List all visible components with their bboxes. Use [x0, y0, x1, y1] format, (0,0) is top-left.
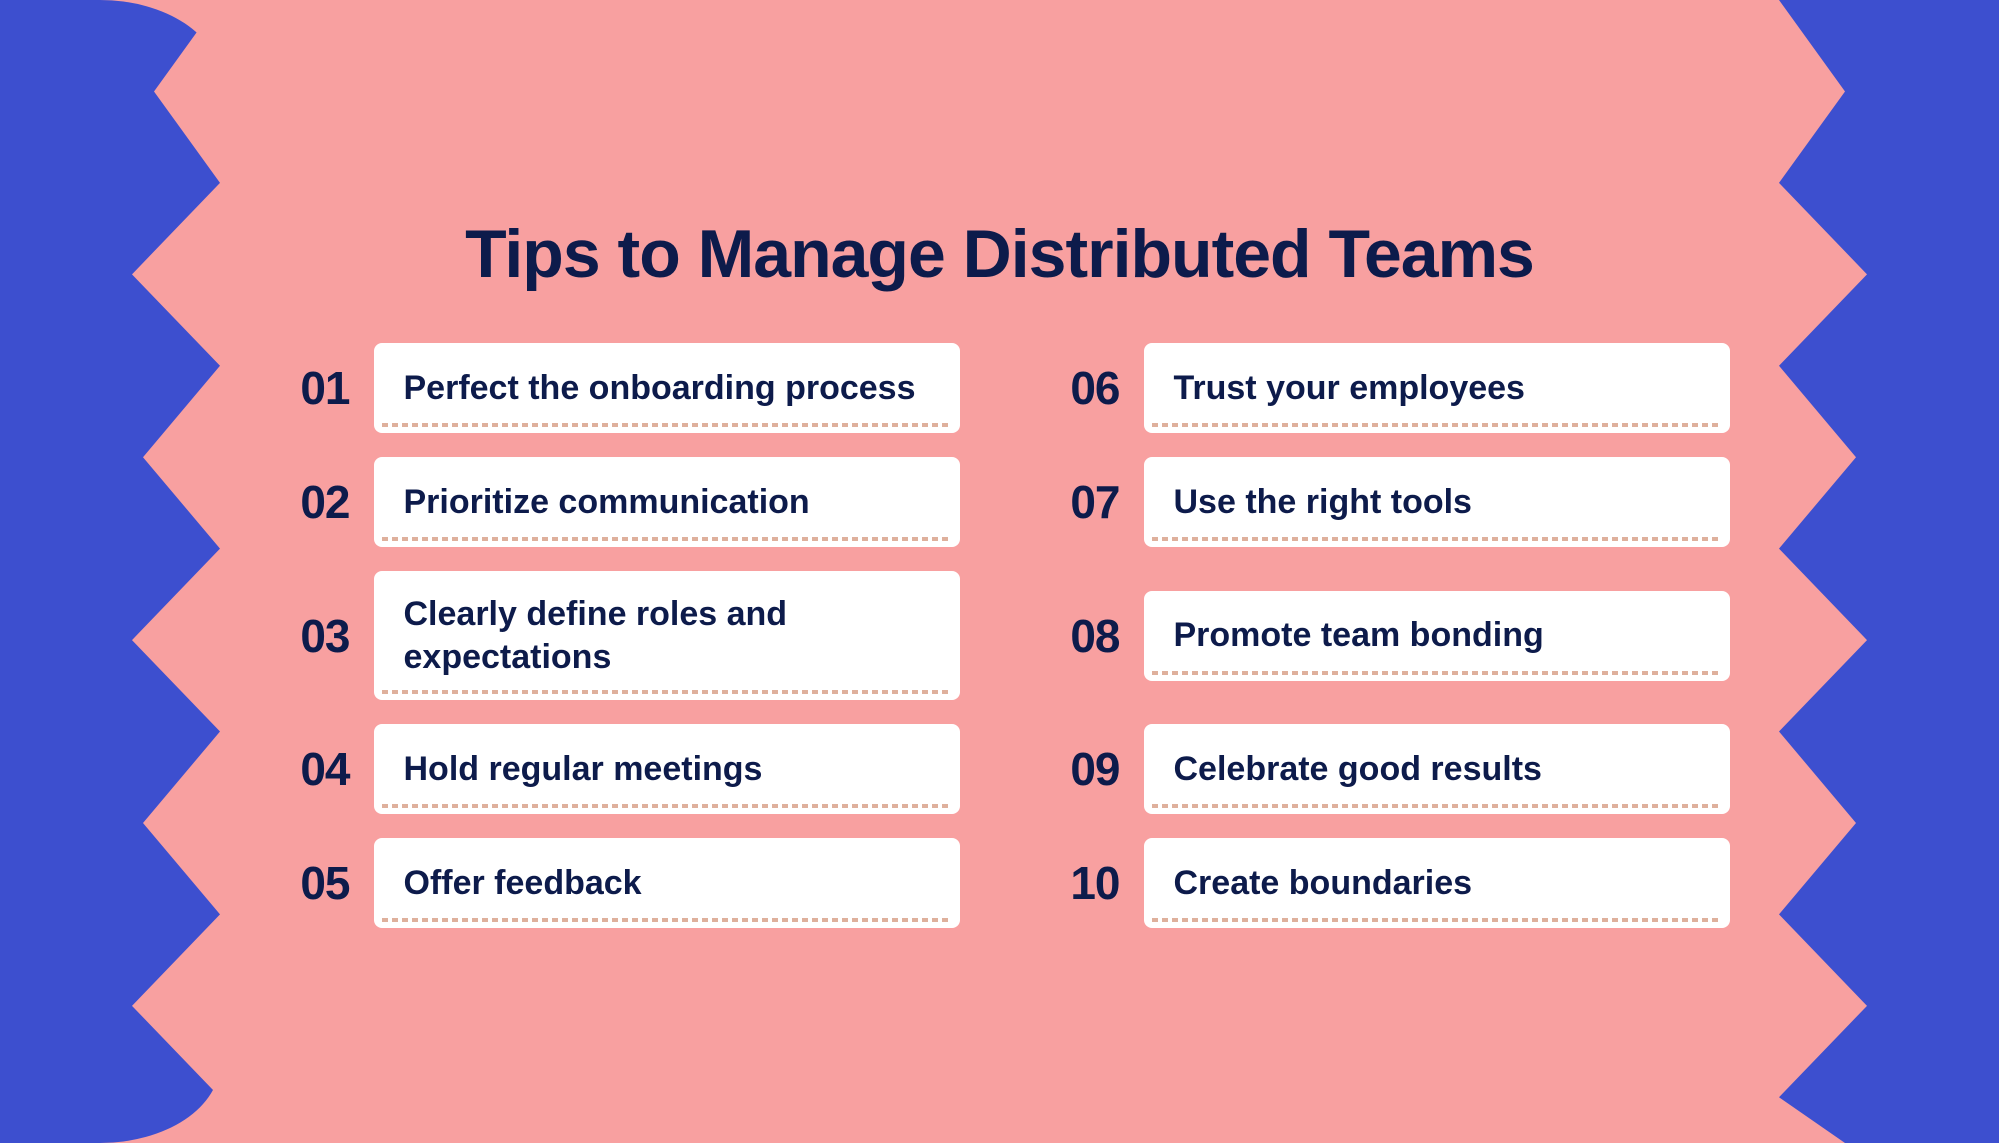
tip-text: Celebrate good results: [1174, 748, 1542, 791]
tip-row: 04 Hold regular meetings: [270, 724, 960, 814]
tip-number: 10: [1040, 856, 1120, 910]
page-title: Tips to Manage Distributed Teams: [465, 215, 1534, 293]
tip-box: Create boundaries: [1144, 838, 1730, 928]
left-decoration: [0, 0, 220, 1143]
tip-text: Hold regular meetings: [404, 748, 763, 791]
right-decoration: [1779, 0, 1999, 1143]
tip-row: 01 Perfect the onboarding process: [270, 343, 960, 433]
tip-text: Offer feedback: [404, 862, 642, 905]
tip-text: Promote team bonding: [1174, 614, 1544, 657]
tip-box: Prioritize communication: [374, 457, 960, 547]
tip-text: Trust your employees: [1174, 367, 1525, 410]
tip-row: 09 Celebrate good results: [1040, 724, 1730, 814]
tip-text: Clearly define roles and expectations: [404, 593, 930, 678]
tip-box: Offer feedback: [374, 838, 960, 928]
tip-text: Perfect the onboarding process: [404, 367, 916, 410]
tip-text: Prioritize communication: [404, 481, 810, 524]
tip-box: Use the right tools: [1144, 457, 1730, 547]
tip-box: Promote team bonding: [1144, 591, 1730, 681]
tip-text: Create boundaries: [1174, 862, 1473, 905]
tip-box: Celebrate good results: [1144, 724, 1730, 814]
tip-row: 06 Trust your employees: [1040, 343, 1730, 433]
tips-grid: 01 Perfect the onboarding process 06 Trust …: [270, 343, 1730, 928]
main-container: Tips to Manage Distributed Teams 01 Perfe…: [250, 175, 1750, 968]
tip-box: Trust your employees: [1144, 343, 1730, 433]
tip-row: 10 Create boundaries: [1040, 838, 1730, 928]
tip-number: 08: [1040, 609, 1120, 663]
tip-row: 03 Clearly define roles and expectations: [270, 571, 960, 700]
tip-box: Clearly define roles and expectations: [374, 571, 960, 700]
tip-number: 03: [270, 609, 350, 663]
tip-row: 02 Prioritize communication: [270, 457, 960, 547]
tip-number: 04: [270, 742, 350, 796]
tip-number: 01: [270, 361, 350, 415]
tip-row: 08 Promote team bonding: [1040, 571, 1730, 700]
tip-number: 06: [1040, 361, 1120, 415]
tip-number: 09: [1040, 742, 1120, 796]
tip-number: 02: [270, 475, 350, 529]
tip-number: 05: [270, 856, 350, 910]
tip-text: Use the right tools: [1174, 481, 1472, 524]
tip-box: Hold regular meetings: [374, 724, 960, 814]
tip-row: 07 Use the right tools: [1040, 457, 1730, 547]
tip-number: 07: [1040, 475, 1120, 529]
tip-box: Perfect the onboarding process: [374, 343, 960, 433]
tip-row: 05 Offer feedback: [270, 838, 960, 928]
